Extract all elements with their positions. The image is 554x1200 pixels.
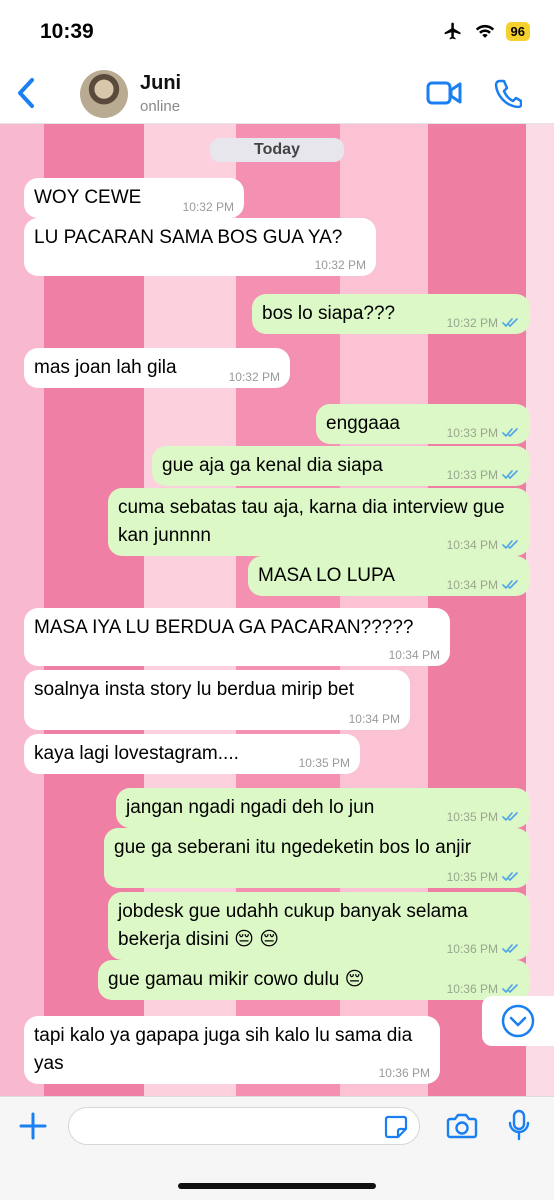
message-time: 10:34 PM — [446, 538, 498, 552]
message-meta: 10:32 PM — [447, 316, 520, 330]
message-meta: 10:33 PM — [447, 426, 520, 440]
message-meta: 10:36 PM — [447, 942, 520, 956]
message-text: MASA LO LUPA — [258, 565, 395, 586]
status-bar: 10:39 96 — [0, 0, 554, 62]
status-icons: 96 — [442, 21, 530, 41]
read-receipt-icon — [502, 318, 518, 328]
home-indicator — [178, 1183, 376, 1189]
sticker-icon[interactable] — [384, 1115, 408, 1139]
message-text: jangan ngadi ngadi deh lo jun — [126, 797, 375, 818]
message-meta: 10:35 PM — [299, 756, 350, 770]
scroll-to-bottom-button[interactable] — [482, 996, 554, 1046]
read-receipt-icon — [502, 812, 518, 822]
incoming-message[interactable]: MASA IYA LU BERDUA GA PACARAN????? 10:34 … — [24, 608, 450, 666]
read-receipt-icon — [502, 872, 518, 882]
message-meta: 10:34 PM — [389, 648, 440, 662]
message-meta: 10:34 PM — [447, 538, 520, 552]
microphone-icon[interactable] — [508, 1109, 530, 1141]
date-separator: Today — [210, 138, 344, 162]
message-text: enggaaa — [326, 413, 400, 434]
message-meta: 10:35 PM — [447, 870, 520, 884]
message-text: mas joan lah gila — [34, 357, 177, 378]
message-time: 10:32 PM — [314, 258, 366, 272]
message-time: 10:36 PM — [378, 1066, 430, 1080]
message-time: 10:36 PM — [446, 982, 498, 996]
incoming-message[interactable]: mas joan lah gila 10:32 PM — [24, 348, 290, 388]
message-time: 10:35 PM — [446, 810, 498, 824]
message-meta: 10:32 PM — [229, 370, 280, 384]
message-text: WOY CEWE — [34, 187, 142, 208]
message-meta: 10:34 PM — [349, 712, 400, 726]
message-text: bos lo siapa??? — [262, 303, 396, 324]
message-text: kaya lagi lovestagram.... — [34, 743, 239, 764]
read-receipt-icon — [502, 428, 518, 438]
plus-icon[interactable] — [18, 1111, 48, 1141]
message-meta: 10:32 PM — [315, 258, 366, 272]
message-time: 10:33 PM — [446, 468, 498, 482]
message-meta: 10:36 PM — [447, 982, 520, 996]
outgoing-message[interactable]: MASA LO LUPA 10:34 PM — [248, 556, 530, 596]
message-text: gue gamau mikir cowo dulu 😔 — [108, 969, 365, 990]
outgoing-message[interactable]: enggaaa 10:33 PM — [316, 404, 530, 444]
message-time: 10:34 PM — [348, 712, 400, 726]
read-receipt-icon — [502, 984, 518, 994]
message-meta: 10:35 PM — [447, 810, 520, 824]
message-meta: 10:34 PM — [447, 578, 520, 592]
message-meta: 10:36 PM — [379, 1066, 430, 1080]
avatar[interactable] — [80, 70, 128, 118]
outgoing-message[interactable]: bos lo siapa??? 10:32 PM — [252, 294, 530, 334]
outgoing-message[interactable]: gue gamau mikir cowo dulu 😔 10:36 PM — [98, 960, 530, 1000]
back-chevron-icon[interactable] — [14, 76, 40, 110]
message-time: 10:34 PM — [388, 648, 440, 662]
incoming-message[interactable]: WOY CEWE 10:32 PM — [24, 178, 244, 218]
input-bar — [0, 1096, 554, 1200]
battery-indicator: 96 — [505, 21, 530, 41]
incoming-message[interactable]: tapi kalo ya gapapa juga sih kalo lu sam… — [24, 1016, 440, 1084]
message-text: tapi kalo ya gapapa juga sih kalo lu sam… — [34, 1025, 413, 1074]
message-text: LU PACARAN SAMA BOS GUA YA? — [34, 227, 343, 248]
airplane-icon — [444, 22, 461, 40]
message-time: 10:33 PM — [446, 426, 498, 440]
incoming-message[interactable]: kaya lagi lovestagram.... 10:35 PM — [24, 734, 360, 774]
incoming-message[interactable]: soalnya insta story lu berdua mirip bet 1… — [24, 670, 410, 730]
contact-status: online — [140, 98, 181, 115]
read-receipt-icon — [502, 470, 518, 480]
chevron-down-icon — [501, 1004, 535, 1038]
message-text: gue ga seberani itu ngedeketin bos lo an… — [114, 837, 472, 858]
read-receipt-icon — [502, 540, 518, 550]
message-meta: 10:33 PM — [447, 468, 520, 482]
outgoing-message[interactable]: jangan ngadi ngadi deh lo jun 10:35 PM — [116, 788, 530, 828]
message-time: 10:35 PM — [446, 870, 498, 884]
status-time: 10:39 — [40, 20, 94, 43]
read-receipt-icon — [502, 944, 518, 954]
message-text: soalnya insta story lu berdua mirip bet — [34, 679, 354, 700]
message-time: 10:35 PM — [298, 756, 350, 770]
message-text: jobdesk gue udahh cukup banyak selama be… — [118, 901, 468, 950]
message-meta: 10:32 PM — [183, 200, 234, 214]
message-time: 10:34 PM — [446, 578, 498, 592]
read-receipt-icon — [502, 580, 518, 590]
incoming-message[interactable]: LU PACARAN SAMA BOS GUA YA? 10:32 PM — [24, 218, 376, 276]
phone-icon[interactable] — [494, 78, 522, 108]
message-time: 10:36 PM — [446, 942, 498, 956]
message-text: gue aja ga kenal dia siapa — [162, 455, 383, 476]
chat-header: Juni online — [0, 62, 554, 124]
outgoing-message[interactable]: gue ga seberani itu ngedeketin bos lo an… — [104, 828, 530, 888]
message-time: 10:32 PM — [182, 200, 234, 214]
contact-name[interactable]: Juni — [140, 72, 181, 95]
outgoing-message[interactable]: cuma sebatas tau aja, karna dia intervie… — [108, 488, 530, 556]
outgoing-message[interactable]: gue aja ga kenal dia siapa 10:33 PM — [152, 446, 530, 486]
camera-icon[interactable] — [446, 1113, 478, 1139]
message-input[interactable] — [68, 1107, 420, 1145]
outgoing-message[interactable]: jobdesk gue udahh cukup banyak selama be… — [108, 892, 530, 960]
video-camera-icon[interactable] — [426, 80, 462, 106]
wifi-icon — [475, 24, 494, 38]
message-time: 10:32 PM — [228, 370, 280, 384]
message-text: MASA IYA LU BERDUA GA PACARAN????? — [34, 617, 414, 638]
message-time: 10:32 PM — [446, 316, 498, 330]
chat-area[interactable]: Today WOY CEWE 10:32 PM LU PACARAN SAMA BO… — [0, 124, 554, 1096]
